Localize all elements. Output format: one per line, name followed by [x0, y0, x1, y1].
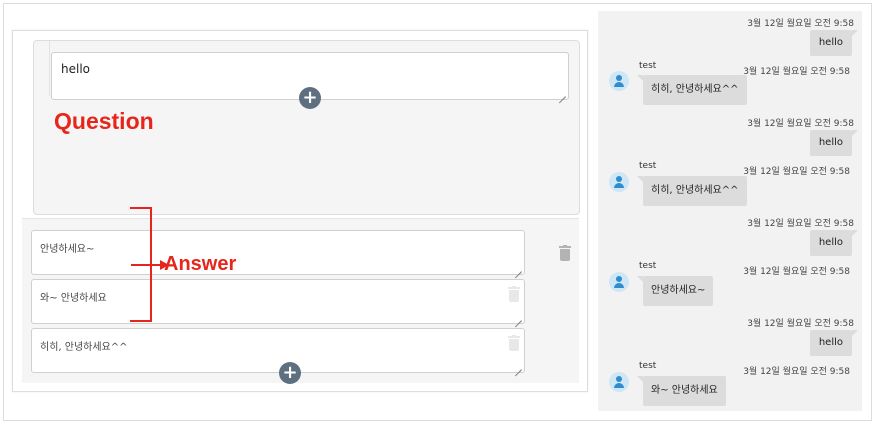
- message-timestamp: 3월 12일 월요일 오전 9:58: [747, 119, 854, 129]
- resize-handle-icon[interactable]: [559, 90, 566, 97]
- sender-name: test: [639, 261, 657, 271]
- outgoing-message-bubble: hello: [809, 330, 859, 356]
- resize-handle-icon[interactable]: [515, 314, 522, 321]
- user-avatar-icon: [609, 372, 629, 392]
- incoming-message-bubble: 히히, 안녕하세요^^: [637, 75, 747, 105]
- answer-input[interactable]: 안녕하세요~: [31, 230, 525, 275]
- sender-name: test: [639, 61, 657, 71]
- answer-arrow: [131, 264, 162, 266]
- answer-input-value: 와~ 안녕하세요: [40, 293, 107, 304]
- question-section: hello + Question: [33, 40, 580, 215]
- answer-input[interactable]: 히히, 안녕하세요^^: [31, 328, 525, 373]
- answer-input-value: 히히, 안녕하세요^^: [40, 342, 128, 353]
- add-answer-button[interactable]: +: [279, 362, 301, 384]
- answer-input-value: 안녕하세요~: [40, 244, 95, 255]
- answer-input[interactable]: 와~ 안녕하세요: [31, 279, 525, 324]
- message-timestamp: 3월 12일 월요일 오전 9:58: [743, 267, 850, 277]
- message-timestamp: 3월 12일 월요일 오전 9:58: [743, 167, 850, 177]
- user-avatar-icon: [609, 71, 629, 91]
- user-avatar-icon: [609, 272, 629, 292]
- resize-handle-icon[interactable]: [515, 265, 522, 272]
- outgoing-message-bubble: hello: [809, 230, 859, 256]
- outgoing-message-bubble: hello: [809, 30, 859, 56]
- answer-annotation: Answer: [164, 253, 237, 275]
- resize-handle-icon[interactable]: [515, 363, 522, 370]
- message-timestamp: 3월 12일 월요일 오전 9:58: [743, 67, 850, 77]
- trash-icon[interactable]: [508, 335, 520, 351]
- sender-name: test: [639, 161, 657, 171]
- add-question-button[interactable]: +: [299, 87, 321, 109]
- sender-name: test: [639, 361, 657, 371]
- divider: [49, 41, 50, 96]
- bot-editor-panel: hello + Question 안녕하세요~ 와~ 안녕하세요 히히, 안녕하…: [12, 30, 588, 392]
- message-timestamp: 3월 12일 월요일 오전 9:58: [747, 319, 854, 329]
- message-timestamp: 3월 12일 월요일 오전 9:58: [743, 367, 850, 377]
- question-input-value: hello: [61, 62, 90, 76]
- trash-icon[interactable]: [559, 245, 571, 261]
- trash-icon[interactable]: [508, 286, 520, 302]
- incoming-message-bubble: 히히, 안녕하세요^^: [637, 176, 747, 206]
- incoming-message-bubble: 와~ 안녕하세요: [637, 376, 726, 406]
- question-annotation: Question: [54, 108, 154, 134]
- answer-section: 안녕하세요~ 와~ 안녕하세요 히히, 안녕하세요^^ +: [22, 218, 579, 384]
- message-timestamp: 3월 12일 월요일 오전 9:58: [747, 219, 854, 229]
- message-timestamp: 3월 12일 월요일 오전 9:58: [747, 19, 854, 29]
- chat-panel: 3월 12일 월요일 오전 9:58 hello test 3월 12일 월요일…: [598, 11, 862, 411]
- user-avatar-icon: [609, 172, 629, 192]
- incoming-message-bubble: 안녕하세요~: [636, 276, 714, 306]
- outgoing-message-bubble: hello: [809, 130, 859, 156]
